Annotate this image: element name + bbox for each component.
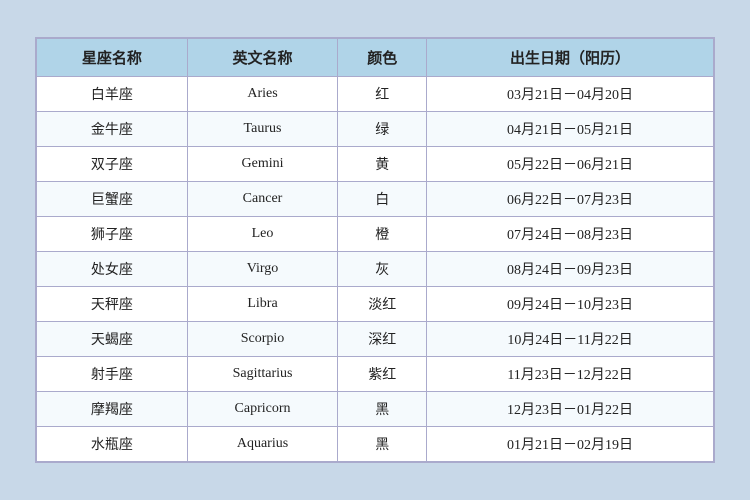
table-cell-0-0: 白羊座: [37, 77, 188, 112]
table-cell-8-2: 紫红: [338, 357, 427, 392]
table-row: 水瓶座Aquarius黑01月21日－02月19日: [37, 427, 714, 462]
table-header-row: 星座名称英文名称颜色出生日期（阳历）: [37, 39, 714, 77]
table-cell-10-0: 水瓶座: [37, 427, 188, 462]
table-cell-6-2: 淡红: [338, 287, 427, 322]
table-cell-6-3: 09月24日－10月23日: [427, 287, 714, 322]
table-row: 天蝎座Scorpio深红10月24日－11月22日: [37, 322, 714, 357]
table-cell-9-0: 摩羯座: [37, 392, 188, 427]
table-cell-5-3: 08月24日－09月23日: [427, 252, 714, 287]
table-cell-6-0: 天秤座: [37, 287, 188, 322]
table-cell-2-0: 双子座: [37, 147, 188, 182]
table-cell-5-1: Virgo: [187, 252, 338, 287]
table-cell-2-2: 黄: [338, 147, 427, 182]
table-cell-8-3: 11月23日－12月22日: [427, 357, 714, 392]
table-row: 处女座Virgo灰08月24日－09月23日: [37, 252, 714, 287]
table-cell-5-2: 灰: [338, 252, 427, 287]
table-cell-4-0: 狮子座: [37, 217, 188, 252]
table-body: 白羊座Aries红03月21日－04月20日金牛座Taurus绿04月21日－0…: [37, 77, 714, 462]
table-row: 双子座Gemini黄05月22日－06月21日: [37, 147, 714, 182]
table-cell-10-2: 黑: [338, 427, 427, 462]
table-cell-2-1: Gemini: [187, 147, 338, 182]
table-row: 天秤座Libra淡红09月24日－10月23日: [37, 287, 714, 322]
table-cell-6-1: Libra: [187, 287, 338, 322]
table-cell-10-3: 01月21日－02月19日: [427, 427, 714, 462]
table-cell-9-1: Capricorn: [187, 392, 338, 427]
table-cell-4-2: 橙: [338, 217, 427, 252]
table-row: 金牛座Taurus绿04月21日－05月21日: [37, 112, 714, 147]
zodiac-table: 星座名称英文名称颜色出生日期（阳历） 白羊座Aries红03月21日－04月20…: [36, 38, 714, 462]
table-cell-1-0: 金牛座: [37, 112, 188, 147]
table-cell-5-0: 处女座: [37, 252, 188, 287]
table-cell-4-1: Leo: [187, 217, 338, 252]
table-row: 射手座Sagittarius紫红11月23日－12月22日: [37, 357, 714, 392]
table-cell-3-3: 06月22日－07月23日: [427, 182, 714, 217]
table-cell-0-1: Aries: [187, 77, 338, 112]
table-cell-7-3: 10月24日－11月22日: [427, 322, 714, 357]
table-row: 狮子座Leo橙07月24日－08月23日: [37, 217, 714, 252]
table-cell-1-2: 绿: [338, 112, 427, 147]
table-cell-1-3: 04月21日－05月21日: [427, 112, 714, 147]
table-cell-0-2: 红: [338, 77, 427, 112]
table-row: 白羊座Aries红03月21日－04月20日: [37, 77, 714, 112]
table-cell-4-3: 07月24日－08月23日: [427, 217, 714, 252]
table-cell-3-2: 白: [338, 182, 427, 217]
table-cell-7-2: 深红: [338, 322, 427, 357]
table-cell-9-3: 12月23日－01月22日: [427, 392, 714, 427]
zodiac-table-wrapper: 星座名称英文名称颜色出生日期（阳历） 白羊座Aries红03月21日－04月20…: [35, 37, 715, 463]
table-cell-1-1: Taurus: [187, 112, 338, 147]
table-cell-7-1: Scorpio: [187, 322, 338, 357]
table-cell-2-3: 05月22日－06月21日: [427, 147, 714, 182]
column-header-1: 英文名称: [187, 39, 338, 77]
table-cell-9-2: 黑: [338, 392, 427, 427]
table-cell-8-1: Sagittarius: [187, 357, 338, 392]
table-row: 摩羯座Capricorn黑12月23日－01月22日: [37, 392, 714, 427]
column-header-2: 颜色: [338, 39, 427, 77]
table-row: 巨蟹座Cancer白06月22日－07月23日: [37, 182, 714, 217]
table-cell-3-1: Cancer: [187, 182, 338, 217]
table-cell-7-0: 天蝎座: [37, 322, 188, 357]
table-cell-8-0: 射手座: [37, 357, 188, 392]
column-header-0: 星座名称: [37, 39, 188, 77]
column-header-3: 出生日期（阳历）: [427, 39, 714, 77]
table-cell-0-3: 03月21日－04月20日: [427, 77, 714, 112]
table-cell-3-0: 巨蟹座: [37, 182, 188, 217]
table-cell-10-1: Aquarius: [187, 427, 338, 462]
